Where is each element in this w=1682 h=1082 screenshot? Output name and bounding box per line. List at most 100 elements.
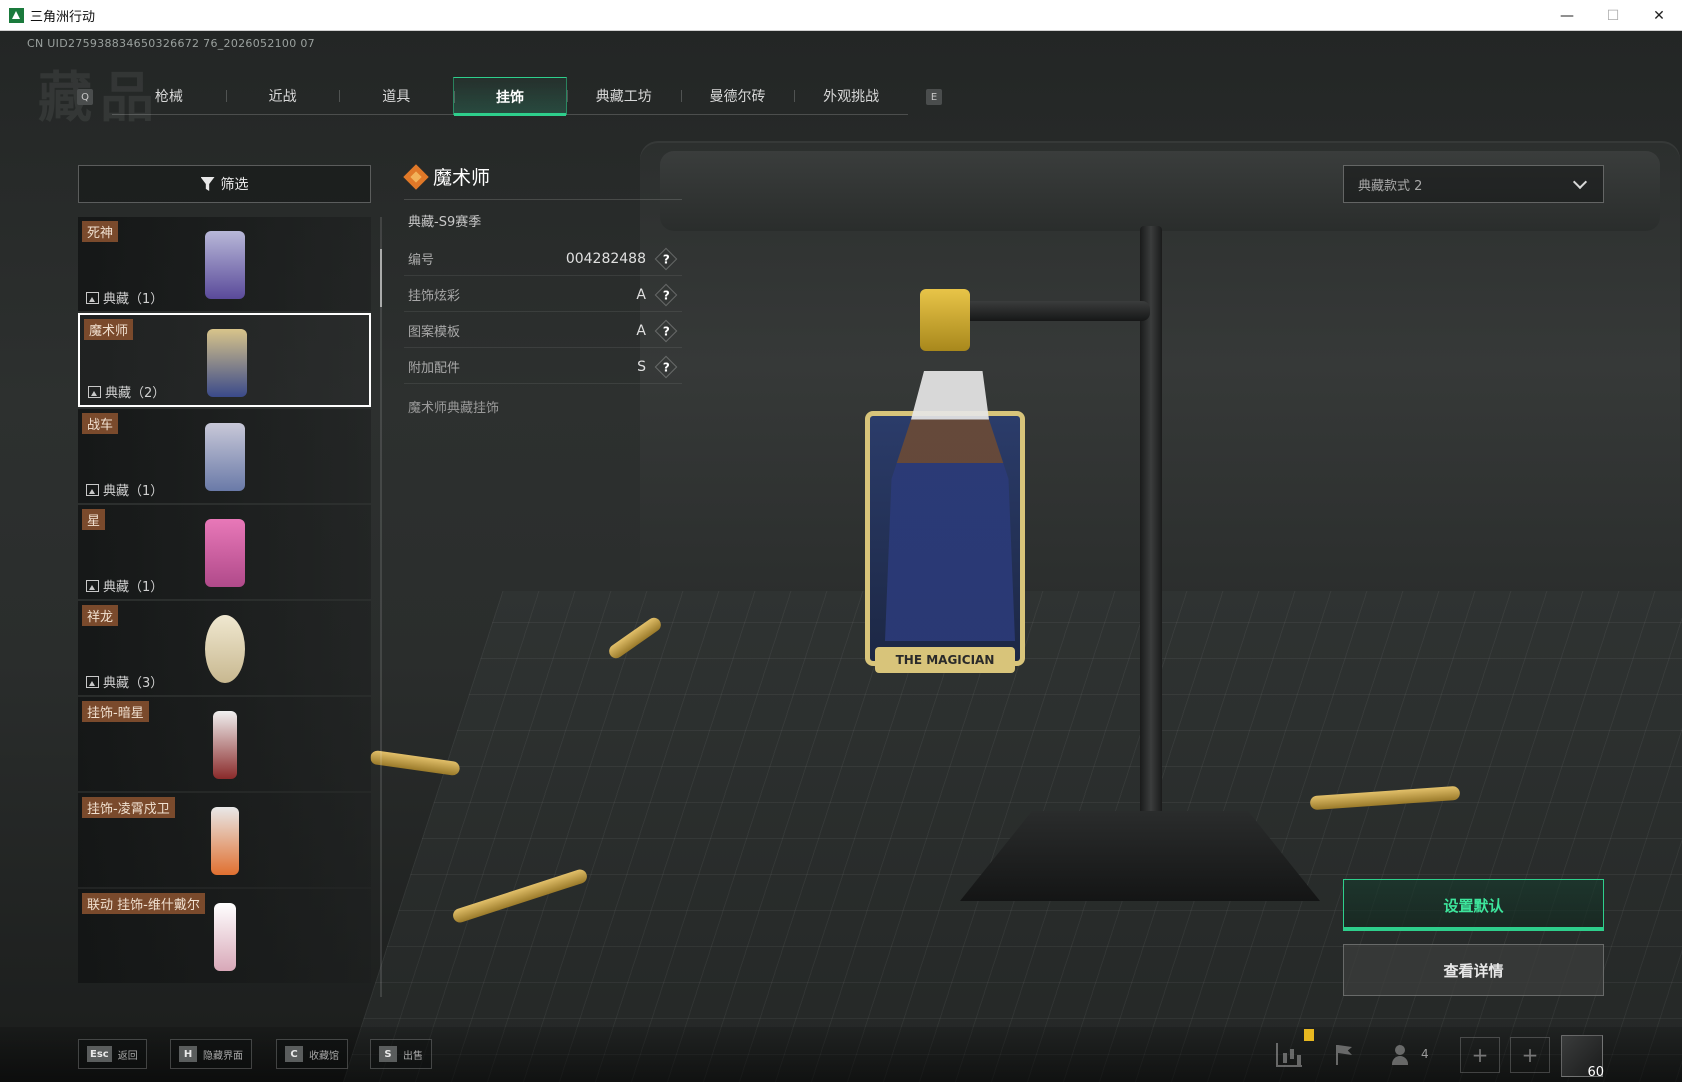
bullet-prop [369, 749, 461, 777]
tab-items[interactable]: 道具 [339, 77, 453, 115]
charm-thumbnail [205, 231, 245, 299]
item-collection-count: 典藏（1） [86, 576, 163, 595]
hint-label: 返回 [117, 1050, 138, 1062]
attr-label: 图案模板 [408, 325, 461, 340]
app-logo-icon [9, 7, 24, 23]
item-name: 挂饰-暗星 [82, 701, 149, 722]
filter-label: 筛选 [220, 177, 249, 193]
image-icon [86, 675, 99, 688]
filter-icon [200, 177, 215, 191]
key-cap: H [179, 1046, 197, 1062]
item-name: 死神 [82, 221, 119, 242]
item-name: 祥龙 [82, 605, 119, 626]
image-icon [86, 579, 99, 592]
game-viewport: THE MAGICIAN 藏品 CN UID275938834650326672… [0, 31, 1682, 1082]
window-title: 三角洲行动 [30, 9, 96, 25]
help-icon[interactable]: ? [654, 355, 678, 378]
list-item[interactable]: 战车 典藏（1） [78, 409, 371, 503]
bottom-hint-bar: Esc 返回 H 隐藏界面 C 收藏馆 S 出售 4 + + 60 [0, 1027, 1682, 1082]
key-cap: Esc [87, 1046, 112, 1062]
close-button[interactable]: ✕ [1636, 0, 1682, 31]
help-glyph: ? [662, 323, 670, 338]
squad-slot[interactable]: + [1510, 1037, 1550, 1073]
collection-diamond-icon [403, 163, 429, 190]
item-collection-count: 典藏（3） [86, 672, 163, 691]
view-details-button[interactable]: 查看详情 [1343, 944, 1604, 996]
charm-thumbnail [207, 329, 247, 397]
window-titlebar: 三角洲行动 — ☐ ✕ [0, 0, 1682, 31]
tab-guns[interactable]: 枪械 [112, 77, 226, 115]
help-glyph: ? [662, 359, 670, 374]
uid-label: CN UID275938834650326672 76_2026052100 0… [27, 37, 315, 50]
attr-value: 004282488 [565, 250, 646, 267]
stats-icon[interactable] [1276, 1043, 1302, 1067]
filter-button[interactable]: 筛选 [78, 165, 371, 203]
attr-label: 附加配件 [408, 361, 461, 376]
help-icon[interactable]: ? [654, 319, 678, 342]
help-icon[interactable]: ? [654, 247, 678, 270]
tab-prev-key[interactable]: Q [77, 89, 93, 105]
list-item[interactable]: 联动 挂饰-维什戴尔 [78, 889, 371, 983]
item-name: 挂饰-凌霄戍卫 [82, 797, 175, 818]
category-tabs: 枪械 近战 道具 挂饰 典藏工坊 曼德尔砖 外观挑战 [112, 77, 908, 116]
key-cap: S [379, 1046, 397, 1062]
tab-workshop[interactable]: 典藏工坊 [566, 77, 681, 115]
attr-label: 编号 [408, 253, 435, 268]
item-collection-count: 典藏（2） [88, 382, 165, 401]
tab-mandel-brick[interactable]: 曼德尔砖 [680, 77, 795, 115]
item-name: 星 [82, 509, 106, 530]
back-hint[interactable]: Esc 返回 [78, 1039, 147, 1069]
scrollbar-thumb[interactable] [380, 249, 382, 307]
sell-hint[interactable]: S 出售 [370, 1039, 432, 1069]
charm-thumbnail [205, 615, 245, 683]
list-item[interactable]: 挂饰-暗星 [78, 697, 371, 791]
item-count-label: 典藏（2） [105, 386, 166, 401]
window-controls: — ☐ ✕ [1544, 0, 1682, 31]
list-item[interactable]: 星 典藏（1） [78, 505, 371, 599]
maximize-button[interactable]: ☐ [1590, 0, 1636, 31]
item-name: 魔术师 [84, 319, 134, 340]
item-count-label: 典藏（1） [103, 580, 164, 595]
alert-badge-icon [1304, 1029, 1314, 1041]
flag-icon[interactable] [1330, 1043, 1356, 1067]
hint-label: 隐藏界面 [203, 1050, 243, 1062]
tab-appearance-challenge[interactable]: 外观挑战 [794, 77, 908, 115]
item-count-label: 典藏（1） [103, 292, 164, 307]
help-icon[interactable]: ? [654, 283, 678, 306]
squad-slot[interactable]: + [1460, 1037, 1500, 1073]
attr-row-serial: 编号 004282488 ? [404, 242, 682, 276]
hint-label: 收藏馆 [309, 1050, 339, 1062]
chevron-down-icon [1572, 174, 1588, 189]
help-glyph: ? [662, 251, 670, 266]
tab-charms[interactable]: 挂饰 [453, 77, 567, 116]
item-name: 战车 [82, 413, 119, 434]
minimize-button[interactable]: — [1544, 0, 1590, 31]
attr-value: A [636, 286, 646, 303]
style-select[interactable]: 典藏款式 2 [1343, 165, 1604, 203]
hint-label: 出售 [403, 1050, 423, 1062]
detail-season: 典藏-S9赛季 [408, 215, 482, 230]
style-select-value: 典藏款式 2 [1358, 178, 1423, 194]
list-scrollbar[interactable] [380, 217, 382, 997]
tab-next-key[interactable]: E [926, 89, 942, 105]
list-item[interactable]: 祥龙 典藏（3） [78, 601, 371, 695]
team-count: 4 [1421, 1047, 1429, 1061]
attr-value: A [636, 322, 646, 339]
hide-ui-hint[interactable]: H 隐藏界面 [170, 1039, 252, 1069]
attr-row-color: 挂饰炫彩 A ? [404, 278, 682, 312]
list-item[interactable]: 挂饰-凌霄戍卫 [78, 793, 371, 887]
detail-title: 魔术师 [403, 163, 490, 190]
collection-hall-hint[interactable]: C 收藏馆 [276, 1039, 348, 1069]
help-glyph: ? [662, 287, 670, 302]
charm-thumbnail [211, 807, 239, 875]
list-item[interactable]: 死神 典藏（1） [78, 217, 371, 311]
list-item[interactable]: 魔术师 典藏（2） [78, 313, 371, 407]
player-avatar[interactable]: 60 [1561, 1035, 1604, 1080]
hourglass-fitting-icon [920, 289, 970, 351]
attr-row-pattern: 图案模板 A ? [404, 314, 682, 348]
set-default-button[interactable]: 设置默认 [1343, 879, 1604, 931]
tab-melee[interactable]: 近战 [225, 77, 340, 115]
magician-charm-model[interactable]: THE MAGICIAN [865, 371, 1025, 681]
detail-description: 魔术师典藏挂饰 [408, 401, 500, 416]
team-icon[interactable] [1391, 1043, 1417, 1067]
